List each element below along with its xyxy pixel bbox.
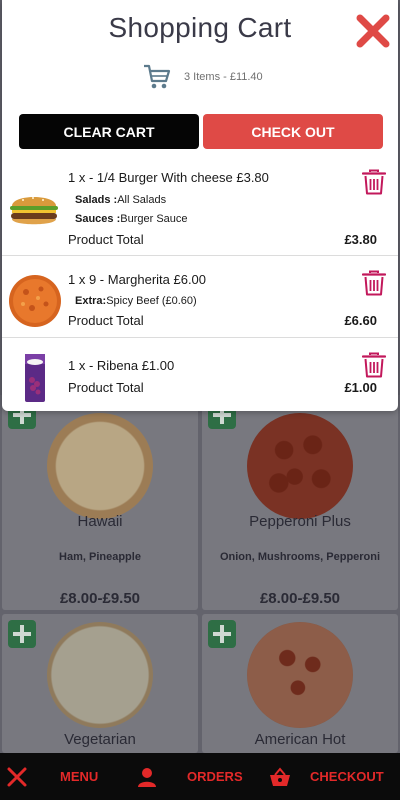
checkout-button[interactable]: CHECK OUT: [203, 114, 383, 149]
delete-item-button[interactable]: [361, 270, 387, 296]
cart-item-margherita: 1 x 9 - Margherita £6.00 Extra:Spicy Bee…: [2, 256, 398, 336]
close-icon: [356, 14, 390, 48]
bottom-nav: MENU ORDERS CHECKOUT: [0, 753, 400, 800]
close-button[interactable]: [355, 13, 391, 49]
product-total-value: £3.80: [344, 232, 377, 247]
nav-orders-label: ORDERS: [187, 769, 243, 784]
product-grid: Hawaii Ham, Pineapple £8.00-£9.50 Pepper…: [0, 395, 400, 753]
ribena-image: [23, 352, 47, 409]
cart-item-option: Extra:Spicy Beef (£0.60): [75, 295, 197, 307]
product-name: Pepperoni Plus: [249, 513, 351, 530]
product-total-label: Product Total: [68, 313, 144, 328]
cutlery-icon: [6, 766, 28, 788]
product-name: Hawaii: [77, 513, 123, 530]
cart-icon: [144, 64, 171, 89]
delete-item-button[interactable]: [361, 169, 387, 195]
product-name: American Hot: [254, 731, 346, 748]
trash-icon: [361, 352, 387, 378]
product-price: £8.00-£9.50: [59, 590, 141, 607]
cart-item-burger: 1 x - 1/4 Burger With cheese £3.80 Salad…: [2, 160, 398, 255]
basket-icon: [269, 766, 291, 787]
product-total-label: Product Total: [68, 232, 144, 247]
nav-menu[interactable]: MENU: [6, 753, 98, 800]
pizza-image: [247, 622, 353, 728]
product-card-hawaii[interactable]: Hawaii Ham, Pineapple £8.00-£9.50: [2, 395, 198, 610]
product-total-label: Product Total: [68, 380, 144, 395]
cart-item-line: 1 x - 1/4 Burger With cheese £3.80: [68, 170, 269, 185]
trash-icon: [361, 270, 387, 296]
user-icon: [137, 767, 157, 787]
product-desc: Onion, Mushrooms, Pepperoni: [219, 551, 381, 563]
product-card-american-hot[interactable]: American Hot: [202, 614, 398, 753]
cart-item-ribena: 1 x - Ribena £1.00 Product Total £1.00: [2, 338, 398, 410]
product-card-vegetarian[interactable]: Vegetarian: [2, 614, 198, 753]
pizza-image: [47, 622, 153, 728]
pizza-image: [247, 413, 353, 519]
cart-item-option: Salads :All Salads: [75, 194, 167, 206]
margherita-image: [8, 274, 62, 333]
add-plus-icon[interactable]: [8, 620, 36, 648]
nav-menu-label: MENU: [60, 769, 99, 784]
nav-orders[interactable]: ORDERS: [137, 753, 243, 800]
product-desc: Ham, Pineapple: [59, 551, 141, 563]
shopping-cart-modal: Shopping Cart 3 Items - £11.40 CLEAR CAR…: [2, 0, 398, 411]
product-name: Vegetarian: [64, 731, 136, 748]
pizza-image: [47, 413, 153, 519]
cart-summary: 3 Items - £11.40: [142, 62, 263, 92]
cart-summary-text: 3 Items - £11.40: [184, 71, 263, 83]
nav-checkout[interactable]: CHECKOUT: [269, 753, 384, 800]
cart-item-option: Sauces :Burger Sauce: [75, 213, 188, 225]
cart-title: Shopping Cart: [108, 12, 292, 43]
cart-item-line: 1 x - Ribena £1.00: [68, 358, 175, 373]
product-card-pepperoni-plus[interactable]: Pepperoni Plus Onion, Mushrooms, Peppero…: [202, 395, 398, 610]
add-plus-icon[interactable]: [208, 620, 236, 648]
cart-item-line: 1 x 9 - Margherita £6.00: [68, 272, 207, 287]
nav-checkout-label: CHECKOUT: [310, 769, 384, 784]
product-price: £8.00-£9.50: [259, 590, 341, 607]
trash-icon: [361, 169, 387, 195]
burger-image: [8, 192, 60, 233]
product-total-value: £6.60: [344, 313, 377, 328]
product-total-value: £1.00: [344, 380, 377, 395]
delete-item-button[interactable]: [361, 352, 387, 378]
clear-cart-button[interactable]: CLEAR CART: [19, 114, 199, 149]
